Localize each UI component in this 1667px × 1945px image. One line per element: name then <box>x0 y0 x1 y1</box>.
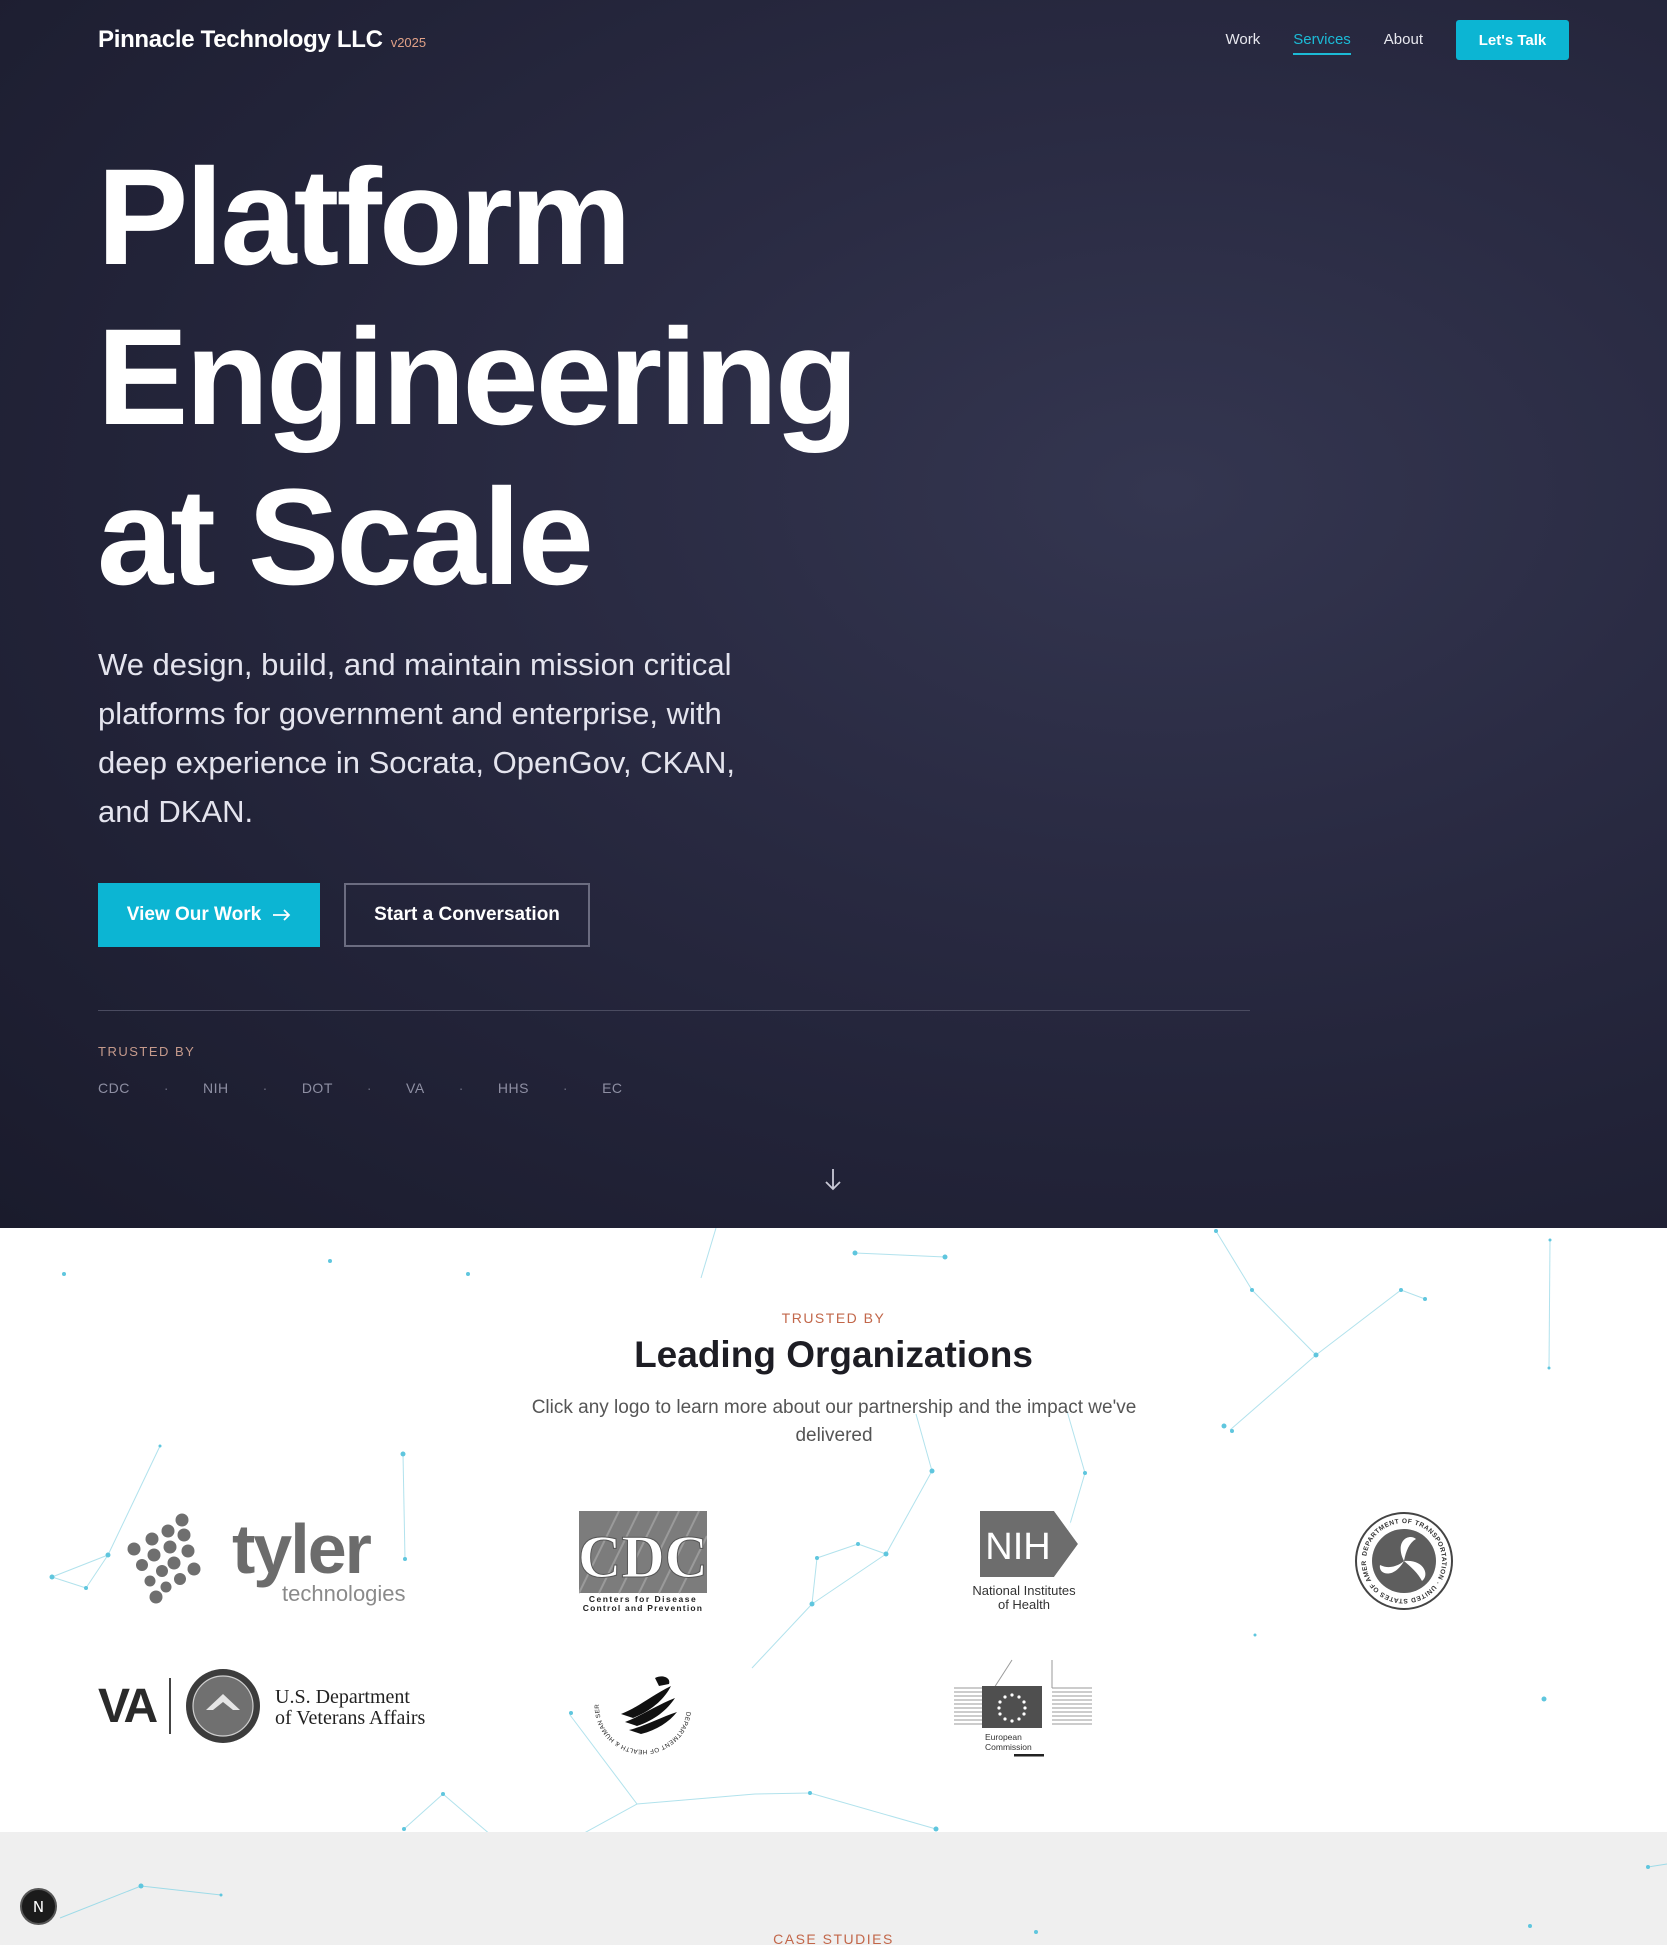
view-our-work-button[interactable]: View Our Work <box>98 883 320 947</box>
arrow-down-icon[interactable] <box>822 1165 844 1193</box>
va-line2: of Veterans Affairs <box>275 1707 426 1729</box>
nih-line2: of Health <box>998 1597 1050 1611</box>
trusted-org: CDC <box>98 1080 130 1096</box>
cdc-wordmark: CDC <box>579 1524 707 1590</box>
separator: · <box>562 1080 569 1096</box>
case-studies-section: CASE STUDIES <box>0 1832 1667 1945</box>
cdc-line2: Control and Prevention <box>583 1603 703 1611</box>
dev-tools-badge[interactable]: N <box>20 1888 57 1925</box>
cdc-logo[interactable]: CDC Centers for Disease Control and Prev… <box>579 1511 707 1611</box>
va-wordmark: VA <box>98 1680 157 1733</box>
nav-link-about[interactable]: About <box>1384 31 1423 50</box>
va-line1: U.S. Department <box>275 1686 410 1708</box>
hero-section: Pinnacle Technology LLC v2025 Work Servi… <box>0 0 1667 1228</box>
brand-name[interactable]: Pinnacle Technology LLC <box>98 26 383 54</box>
arrow-right-icon <box>273 909 291 921</box>
european-commission-logo[interactable]: European Commission <box>954 1658 1094 1758</box>
trusted-org: DOT <box>301 1080 333 1096</box>
start-conversation-button[interactable]: Start a Conversation <box>344 883 590 947</box>
separator: · <box>366 1080 373 1096</box>
nih-line1: National Institutes <box>972 1583 1076 1598</box>
hero-title-line: Platform <box>97 141 632 294</box>
nav-link-work[interactable]: Work <box>1226 31 1261 50</box>
hero-title-line: at Scale <box>97 461 594 614</box>
ec-line2: Commission <box>985 1742 1032 1752</box>
separator: · <box>458 1080 464 1096</box>
trusted-org: VA <box>406 1080 425 1096</box>
separator: · <box>262 1080 268 1096</box>
trusted-by-label: TRUSTED BY <box>98 1044 196 1059</box>
section-subtitle: Click any logo to learn more about our p… <box>531 1397 1137 1446</box>
trusted-org: EC <box>602 1080 623 1096</box>
tyler-submark: technologies <box>282 1581 406 1606</box>
lets-talk-button[interactable]: Let's Talk <box>1456 20 1569 60</box>
organizations-section: TRUSTED BY Leading Organizations Click a… <box>0 1228 1667 1832</box>
section-eyebrow: CASE STUDIES <box>773 1931 894 1945</box>
dot-seal-logo[interactable]: DEPARTMENT OF TRANSPORTATION · UNITED ST… <box>1354 1511 1454 1611</box>
hhs-seal-logo[interactable]: DEPARTMENT OF HEALTH & HUMAN SERVICES · … <box>593 1656 693 1756</box>
trusted-orgs-list: CDC · NIH · DOT · VA · HHS · EC <box>98 1080 623 1096</box>
hero-divider <box>98 1010 1250 1011</box>
nih-logo[interactable]: NIH National Institutes of Health <box>966 1511 1084 1611</box>
brand-version: v2025 <box>390 35 427 50</box>
view-our-work-label: View Our Work <box>126 904 262 925</box>
nav-links: Work Services About Let's Talk <box>1226 20 1569 60</box>
ec-line1: European <box>985 1732 1022 1742</box>
hero-title-line: Engineering <box>97 301 859 454</box>
section-eyebrow: TRUSTED BY <box>781 1310 886 1326</box>
brand[interactable]: Pinnacle Technology LLC v2025 <box>98 26 426 54</box>
nav-link-services[interactable]: Services <box>1293 31 1351 55</box>
top-nav: Pinnacle Technology LLC v2025 Work Servi… <box>98 20 1569 60</box>
separator: · <box>163 1080 170 1096</box>
network-background <box>59 1863 1667 1934</box>
tyler-wordmark: tyler <box>232 1511 372 1588</box>
trusted-org: NIH <box>203 1080 229 1096</box>
hero-title: Platform Engineering at Scale <box>97 138 997 618</box>
section-title: Leading Organizations <box>634 1334 1033 1375</box>
hero-subtitle: We design, build, and maintain mission c… <box>98 647 735 829</box>
tyler-technologies-logo[interactable]: tyler technologies <box>122 1511 407 1611</box>
trusted-org: HHS <box>497 1080 529 1096</box>
va-logo[interactable]: VA U.S. Department of Veterans Affairs <box>98 1666 438 1746</box>
nih-wordmark: NIH <box>985 1526 1050 1568</box>
